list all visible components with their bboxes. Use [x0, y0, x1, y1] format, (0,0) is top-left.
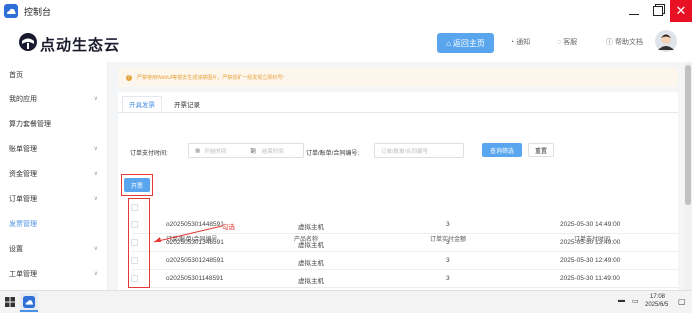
- taskbar-app-button[interactable]: [20, 293, 38, 312]
- scrollbar[interactable]: [684, 62, 692, 290]
- calendar-icon: ▦: [195, 147, 201, 154]
- warning-notice: ! 严禁使用WebUI等搭去生成违禁图片，严禁挖矿一经发现立即封号!: [118, 68, 678, 87]
- minimize-button[interactable]: [622, 0, 646, 22]
- notification-center-icon[interactable]: ▢: [678, 297, 686, 306]
- avatar[interactable]: [655, 30, 677, 52]
- chevron-down-icon: ∨: [93, 271, 98, 277]
- chevron-down-icon: ∨: [93, 146, 98, 152]
- logo-text: 点动生态云: [40, 37, 121, 54]
- highlight-box-checkboxes: [128, 198, 150, 288]
- sidebar-item-funds[interactable]: 资金管理 ∨: [0, 161, 108, 186]
- customer-service-link[interactable]: ◌ 客服: [557, 37, 577, 47]
- sidebar-nav: 首页 我的应用 ∨ 算力套餐管理 账单管理 ∨ 资金管理 ∨ 订单管理 ∨ 发票管理 设…: [0, 62, 108, 290]
- sidebar-item-my-apps[interactable]: 我的应用 ∨: [0, 86, 108, 111]
- sidebar-item-orders[interactable]: 订单管理 ∨: [0, 186, 108, 211]
- highlight-box-button: [121, 174, 153, 196]
- help-docs-link[interactable]: ⓘ 帮助文档: [606, 37, 643, 47]
- window-title: 控制台: [24, 6, 52, 17]
- close-button[interactable]: ✕: [670, 0, 692, 22]
- chevron-down-icon: ∨: [93, 246, 98, 252]
- reset-button[interactable]: 重置: [528, 143, 554, 157]
- minimize-icon: [629, 13, 639, 15]
- sidebar-item-compute-plans[interactable]: 算力套餐管理: [0, 111, 108, 136]
- close-icon: ✕: [675, 3, 687, 18]
- chevron-down-icon: ∨: [93, 171, 98, 177]
- help-icon: ⓘ: [606, 39, 615, 46]
- order-no-input[interactable]: 订单/账单/合同编号: [374, 143, 464, 158]
- logo-icon: [19, 33, 37, 51]
- battery-icon[interactable]: ▬: [618, 297, 625, 304]
- chevron-down-icon: ∨: [93, 196, 98, 202]
- home-icon: ⌂: [446, 38, 451, 48]
- windows-start-icon[interactable]: [5, 297, 15, 307]
- maximize-button[interactable]: [646, 0, 670, 22]
- warning-icon: !: [126, 74, 132, 81]
- tab-divider: [118, 112, 678, 113]
- app-header: 点动生态云 ⌂ 返回主页 ◔ 通知 ◌ 客服 ⓘ 帮助文档: [0, 22, 692, 62]
- clock-date: 2025/6/5: [645, 302, 669, 308]
- tab-issue-invoice[interactable]: 开具发票: [122, 96, 162, 112]
- annotation-label: 勾选: [222, 224, 235, 231]
- clock-time: 17:08: [650, 294, 666, 300]
- notification-link[interactable]: ◔ 通知: [510, 37, 530, 47]
- sidebar-item-billing[interactable]: 账单管理 ∨: [0, 136, 108, 161]
- window-titlebar: 控制台: [0, 0, 692, 22]
- sidebar-item-invoices[interactable]: 发票管理: [0, 211, 108, 236]
- table-row: o202505301148591 虚拟主机 3 2025-05-30 11:49…: [131, 270, 678, 288]
- os-taskbar: ▬ ▭ 17:08 2025/6/5 ▢: [0, 290, 692, 313]
- query-button[interactable]: 查询筛选: [482, 143, 522, 157]
- maximize-icon: [653, 6, 663, 16]
- tab-invoice-records[interactable]: 开票记录: [168, 96, 206, 112]
- sidebar-item-settings[interactable]: 设置 ∨: [0, 236, 108, 261]
- cloud-app-icon: [4, 4, 18, 18]
- order-no-label: 订单/账单/合同编号:: [306, 151, 360, 157]
- annotation-arrow-icon: [153, 225, 223, 243]
- pay-time-label: 订单支付时间:: [130, 151, 168, 157]
- back-home-button[interactable]: ⌂ 返回主页: [437, 33, 494, 53]
- chevron-down-icon: ∨: [93, 96, 98, 102]
- cloud-app-icon: [23, 296, 35, 308]
- invoice-card: 开具发票 开票记录 订单支付时间: ▦ 开始时间 到 结束时间 订单/账单/合同…: [118, 92, 678, 290]
- scrollbar-thumb[interactable]: [685, 65, 691, 205]
- sidebar-item-home[interactable]: 首页: [0, 62, 108, 87]
- network-icon[interactable]: ▭: [632, 297, 639, 305]
- table-row: o202505301248591 虚拟主机 3 2025-05-30 12:49…: [131, 252, 678, 270]
- main-content: ! 严禁使用WebUI等搭去生成违禁图片，严禁挖矿一经发现立即封号! 开具发票 …: [108, 62, 684, 290]
- date-range-picker[interactable]: ▦ 开始时间 到 结束时间: [188, 143, 304, 158]
- sidebar-item-tickets[interactable]: 工单管理 ∨: [0, 261, 108, 286]
